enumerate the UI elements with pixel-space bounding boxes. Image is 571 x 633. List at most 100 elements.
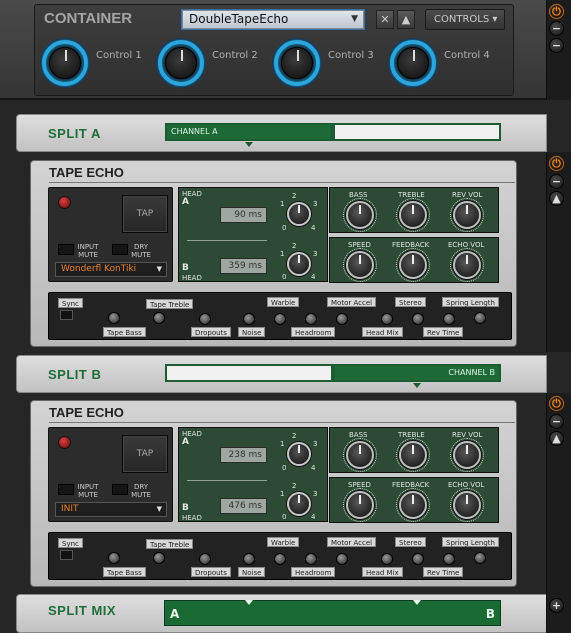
stereo-knob[interactable] — [412, 553, 424, 565]
dropouts-knob[interactable] — [199, 553, 211, 565]
power-icon[interactable]: ⏻ — [549, 4, 564, 19]
control-1-knob[interactable] — [40, 38, 90, 88]
speed-knob[interactable] — [346, 491, 374, 519]
channel-a-selector[interactable] — [165, 364, 333, 382]
knob-num: 4 — [311, 513, 316, 521]
motor-accel-knob[interactable] — [336, 313, 348, 325]
echo-panel: SPEED FEEDBACK ECHO VOL — [329, 477, 499, 523]
input-mute-switch[interactable] — [58, 484, 74, 495]
head-a-time[interactable]: 90 ms — [220, 207, 267, 223]
mix-b-label: B — [485, 607, 495, 621]
container-title: CONTAINER — [44, 10, 133, 27]
dry-mute-switch[interactable] — [112, 484, 128, 495]
head-mix-knob[interactable] — [381, 313, 393, 325]
head-mix-knob[interactable] — [381, 553, 393, 565]
preset-select[interactable]: Wonderfl KonTiki ▼ — [55, 262, 167, 277]
bass-knob[interactable] — [346, 441, 374, 469]
knob-num: 2 — [292, 242, 297, 250]
headroom-knob[interactable] — [305, 553, 317, 565]
dropouts-label: Dropouts — [191, 327, 231, 337]
control-3-knob[interactable] — [272, 38, 322, 88]
sync-checkbox[interactable] — [60, 310, 73, 320]
dropouts-label: Dropouts — [191, 567, 231, 577]
feedback-knob[interactable] — [399, 251, 427, 279]
echo-vol-knob[interactable] — [453, 251, 481, 279]
divider — [49, 182, 515, 183]
knob-cap — [281, 47, 313, 79]
head-b-time[interactable]: 476 ms — [220, 498, 267, 514]
feedback-knob[interactable] — [399, 491, 427, 519]
tape-bass-label: Tape Bass — [103, 567, 146, 577]
head-a-time[interactable]: 238 ms — [220, 447, 267, 463]
head-a-knob[interactable] — [287, 202, 311, 226]
head-b-time[interactable]: 359 ms — [220, 258, 267, 274]
collapse-button[interactable]: − — [549, 414, 564, 429]
controls-button[interactable]: CONTROLS ▾ — [425, 9, 505, 30]
tape-treble-label: Tape Treble — [146, 539, 194, 549]
power-icon[interactable]: ⏻ — [549, 396, 564, 411]
tape-echo-module-1: TAPE ECHO TAP INPUT MUTE DRY MUTE Wonder… — [30, 160, 517, 347]
dry-mute-switch[interactable] — [112, 244, 128, 255]
collapse-button[interactable]: − — [549, 21, 564, 36]
remove-button[interactable]: − — [549, 38, 564, 53]
close-button[interactable]: ✕ — [376, 10, 394, 29]
preset-select[interactable]: INIT ▼ — [55, 502, 167, 517]
preset-dropdown[interactable]: DoubleTapeEcho ▼ — [182, 10, 364, 29]
treble-knob[interactable] — [399, 201, 427, 229]
mix-slider[interactable]: A B — [164, 600, 501, 626]
move-up-button[interactable]: ▲ — [549, 431, 564, 446]
rev-time-knob[interactable] — [443, 313, 455, 325]
tape-bass-knob[interactable] — [108, 312, 120, 324]
headroom-knob[interactable] — [305, 313, 317, 325]
knob-num: 1 — [280, 250, 285, 258]
channel-b-selector[interactable] — [333, 123, 501, 141]
tap-button[interactable]: TAP — [122, 195, 168, 233]
dropouts-knob[interactable] — [199, 313, 211, 325]
rev-vol-knob[interactable] — [453, 441, 481, 469]
knob-num: 3 — [313, 250, 318, 258]
speed-knob[interactable] — [346, 251, 374, 279]
dry-mute-label: DRY MUTE — [131, 243, 151, 259]
bass-knob[interactable] — [346, 201, 374, 229]
head-panel: HEAD A 238 ms 476 ms B HEAD 2 1 3 0 4 2 … — [178, 427, 328, 522]
warble-label: Warble — [267, 537, 300, 547]
move-up-button[interactable]: ▲ — [549, 191, 564, 206]
sync-checkbox[interactable] — [60, 550, 73, 560]
stereo-knob[interactable] — [412, 313, 424, 325]
add-button[interactable]: + — [549, 598, 564, 613]
echo-vol-knob[interactable] — [453, 491, 481, 519]
tape-treble-knob[interactable] — [153, 552, 165, 564]
power-icon[interactable]: ⏻ — [549, 156, 564, 171]
warble-label: Warble — [267, 297, 300, 307]
tape-bass-knob[interactable] — [108, 552, 120, 564]
noise-knob[interactable] — [243, 313, 255, 325]
channel-a-selector[interactable]: CHANNEL A — [165, 123, 333, 141]
control-2-knob[interactable] — [156, 38, 206, 88]
tap-button[interactable]: TAP — [122, 435, 168, 473]
input-mute-label: INPUT MUTE — [77, 243, 99, 259]
warble-knob[interactable] — [274, 553, 286, 565]
knob-num: 3 — [313, 440, 318, 448]
noise-knob[interactable] — [243, 553, 255, 565]
move-up-button[interactable]: ▲ — [397, 10, 415, 29]
control-4-knob[interactable] — [388, 38, 438, 88]
rev-vol-knob[interactable] — [453, 201, 481, 229]
motor-accel-knob[interactable] — [336, 553, 348, 565]
spring-length-knob[interactable] — [474, 312, 486, 324]
input-panel: TAP INPUT MUTE DRY MUTE Wonderfl KonTiki… — [48, 187, 173, 282]
rev-time-knob[interactable] — [443, 553, 455, 565]
treble-knob[interactable] — [399, 441, 427, 469]
tape-echo-module-2: TAPE ECHO TAP INPUT MUTE DRY MUTE INIT ▼ … — [30, 400, 517, 587]
channel-b-selector[interactable]: CHANNEL B — [333, 364, 501, 382]
spring-length-knob[interactable] — [474, 552, 486, 564]
tone-panel: BASS TREBLE REV VOL — [329, 427, 499, 473]
head-b-knob[interactable] — [287, 252, 311, 276]
head-b-knob[interactable] — [287, 492, 311, 516]
input-mute-switch[interactable] — [58, 244, 74, 255]
divider — [187, 480, 267, 481]
head-a-knob[interactable] — [287, 442, 311, 466]
dry-mute-label: DRY MUTE — [131, 483, 151, 499]
tape-treble-knob[interactable] — [153, 312, 165, 324]
warble-knob[interactable] — [274, 313, 286, 325]
collapse-button[interactable]: − — [549, 174, 564, 189]
